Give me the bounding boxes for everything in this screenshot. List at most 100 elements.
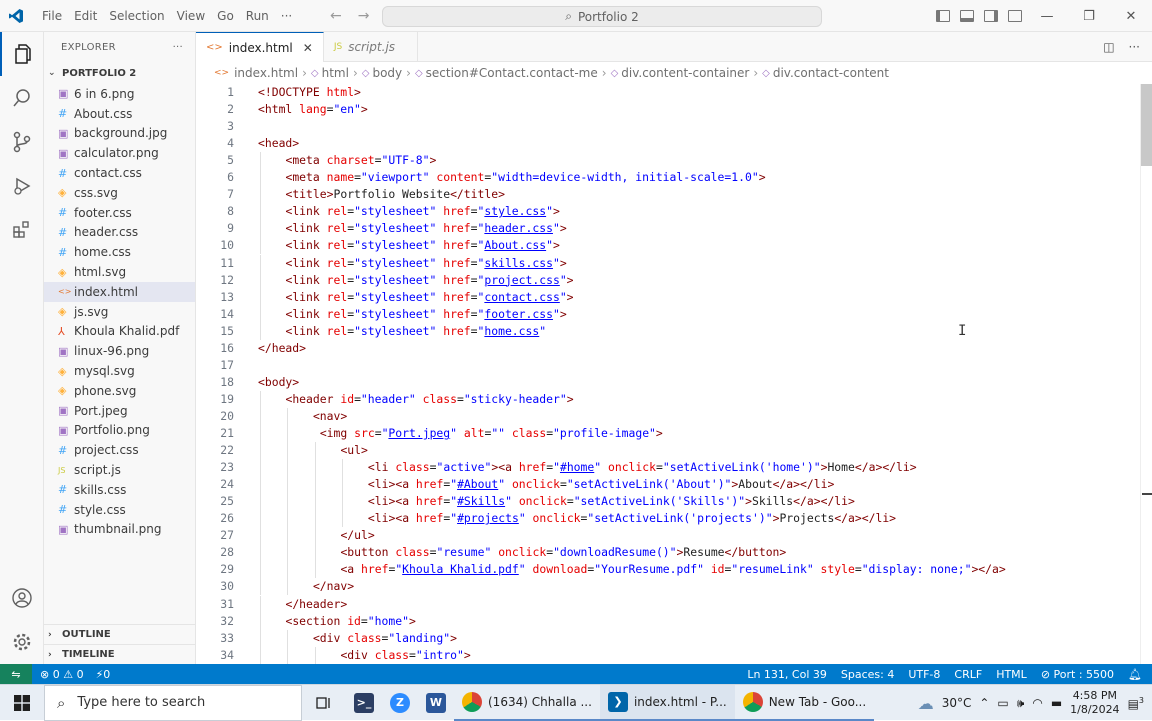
code-line[interactable]: 3 — [196, 118, 1140, 135]
close-tab-icon[interactable]: ✕ — [303, 41, 313, 55]
ports-indicator[interactable]: ⚡0 — [96, 668, 111, 681]
breadcrumb-item[interactable]: index.html — [234, 66, 298, 80]
breadcrumb-item[interactable]: section#Contact.contact-me — [426, 66, 598, 80]
file-item[interactable]: # contact.css — [44, 163, 195, 183]
problems-indicator[interactable]: ⊗ 0 ⚠ 0 — [40, 668, 84, 681]
code-line[interactable]: 31 </header> — [196, 596, 1140, 613]
taskbar-search[interactable]: ⌕ Type here to search — [44, 684, 302, 721]
zoom-icon[interactable]: Z — [382, 685, 418, 721]
chevron-up-icon[interactable]: ⌃ — [979, 696, 989, 710]
network-icon[interactable]: ▭ — [997, 696, 1008, 710]
file-item[interactable]: ▣ 6 in 6.png — [44, 84, 195, 104]
outline-section[interactable]: › OUTLINE — [44, 624, 196, 644]
encoding[interactable]: UTF-8 — [908, 668, 940, 681]
code-line[interactable]: 13 <link rel="stylesheet" href="contact.c… — [196, 289, 1140, 306]
menu-file[interactable]: File — [36, 0, 68, 32]
tab-index-html[interactable]: <> index.html ✕ — [196, 32, 324, 62]
taskbar-app-vscode[interactable]: ❯ index.html - P... — [599, 684, 735, 721]
windows-start-icon[interactable] — [0, 685, 44, 721]
file-item[interactable]: ◈ phone.svg — [44, 381, 195, 401]
code-line[interactable]: 14 <link rel="stylesheet" href="footer.cs… — [196, 306, 1140, 323]
customize-layout-icon[interactable] — [1008, 10, 1022, 22]
code-line[interactable]: 11 <link rel="stylesheet" href="skills.cs… — [196, 255, 1140, 272]
code-editor[interactable]: 1 <!DOCTYPE html> 2 <html lang="en"> 3 4 <head… — [196, 84, 1140, 664]
code-line[interactable]: 30 </nav> — [196, 578, 1140, 595]
file-item[interactable]: # header.css — [44, 223, 195, 243]
code-line[interactable]: 19 <header id="header" class="sticky-head… — [196, 391, 1140, 408]
code-line[interactable]: 1 <!DOCTYPE html> — [196, 84, 1140, 101]
code-line[interactable]: 15 <link rel="stylesheet" href="home.css" — [196, 323, 1140, 340]
code-line[interactable]: 34 <div class="intro"> — [196, 647, 1140, 664]
toggle-secondary-sidebar-icon[interactable] — [984, 10, 998, 22]
code-line[interactable]: 10 <link rel="stylesheet" href="About.css… — [196, 237, 1140, 254]
code-line[interactable]: 9 <link rel="stylesheet" href="header.css… — [196, 220, 1140, 237]
code-line[interactable]: 8 <link rel="stylesheet" href="style.css"… — [196, 203, 1140, 220]
file-item[interactable]: JS script.js — [44, 460, 195, 480]
timeline-section[interactable]: › TIMELINE — [44, 644, 196, 664]
code-line[interactable]: 29 <a href="Khoula Khalid.pdf" download="… — [196, 561, 1140, 578]
file-item[interactable]: ◈ html.svg — [44, 262, 195, 282]
code-line[interactable]: 33 <div class="landing"> — [196, 630, 1140, 647]
code-line[interactable]: 16 </head> — [196, 340, 1140, 357]
code-line[interactable]: 32 <section id="home"> — [196, 613, 1140, 630]
menu-run[interactable]: Run — [240, 0, 275, 32]
file-item[interactable]: ▣ calculator.png — [44, 143, 195, 163]
code-line[interactable]: 21 <img src="Port.jpeg" alt="" class="pro… — [196, 425, 1140, 442]
file-item[interactable]: ◈ js.svg — [44, 302, 195, 322]
weather-cloud-icon[interactable]: ☁ — [918, 694, 934, 713]
powershell-icon[interactable]: >_ — [346, 685, 382, 721]
command-center[interactable]: ⌕ Portfolio 2 — [382, 6, 822, 27]
menu-go[interactable]: Go — [211, 0, 240, 32]
code-line[interactable]: 26 <li><a href="#projects" onclick="setAc… — [196, 510, 1140, 527]
file-item[interactable]: # home.css — [44, 242, 195, 262]
explorer-more-icon[interactable]: ··· — [173, 42, 183, 53]
menu-selection[interactable]: Selection — [103, 0, 170, 32]
code-line[interactable]: 6 <meta name="viewport" content="width=de… — [196, 169, 1140, 186]
menu-edit[interactable]: Edit — [68, 0, 103, 32]
code-line[interactable]: 27 </ul> — [196, 527, 1140, 544]
code-line[interactable]: 25 <li><a href="#Skills" onclick="setActi… — [196, 493, 1140, 510]
code-line[interactable]: 5 <meta charset="UTF-8"> — [196, 152, 1140, 169]
search-icon[interactable] — [0, 76, 44, 120]
volume-icon[interactable]: 🕪︎ — [1017, 696, 1025, 711]
clock[interactable]: 4:58 PM 1/8/2024 — [1070, 689, 1119, 717]
file-item[interactable]: ▣ thumbnail.png — [44, 520, 195, 540]
breadcrumb-item[interactable]: div.content-container — [621, 66, 749, 80]
notifications-bell-icon[interactable]: 🔔︎ — [1128, 668, 1142, 681]
file-item[interactable]: # skills.css — [44, 480, 195, 500]
file-item[interactable]: # About.css — [44, 104, 195, 124]
language-mode[interactable]: HTML — [996, 668, 1027, 681]
file-item[interactable]: ▣ Portfolio.png — [44, 421, 195, 441]
weather-temp[interactable]: 30°C — [942, 696, 972, 710]
code-line[interactable]: 28 <button class="resume" onclick="downlo… — [196, 544, 1140, 561]
tab-script-js[interactable]: JS script.js — [324, 32, 418, 62]
code-line[interactable]: 7 <title>Portfolio Website</title> — [196, 186, 1140, 203]
code-line[interactable]: 18 <body> — [196, 374, 1140, 391]
indentation[interactable]: Spaces: 4 — [841, 668, 894, 681]
code-line[interactable]: 22 <ul> — [196, 442, 1140, 459]
back-arrow-icon[interactable]: ← — [330, 8, 342, 24]
code-line[interactable]: 24 <li><a href="#About" onclick="setActiv… — [196, 476, 1140, 493]
battery-icon[interactable]: ▬ — [1051, 696, 1062, 710]
remote-indicator-icon[interactable]: ⇋ — [0, 664, 32, 684]
taskbar-app-chrome-1[interactable]: (1634) Chhalla ... — [454, 685, 600, 721]
source-control-icon[interactable] — [0, 120, 44, 164]
file-item[interactable]: # style.css — [44, 500, 195, 520]
taskbar-app-chrome-2[interactable]: New Tab - Goo... — [734, 685, 875, 721]
task-view-icon[interactable] — [302, 685, 346, 721]
file-item[interactable]: ◈ mysql.svg — [44, 361, 195, 381]
breadcrumb-item[interactable]: html — [322, 66, 349, 80]
wifi-icon[interactable]: ◠ — [1032, 696, 1042, 710]
menu-view[interactable]: View — [171, 0, 211, 32]
split-editor-icon[interactable]: ◫ — [1103, 40, 1114, 54]
close-window-icon[interactable]: ✕ — [1110, 0, 1152, 32]
file-item[interactable]: ▣ Port.jpeg — [44, 401, 195, 421]
code-line[interactable]: 23 <li class="active"><a href="#home" onc… — [196, 459, 1140, 476]
file-item[interactable]: ⅄ Khoula Khalid.pdf — [44, 322, 195, 342]
file-item[interactable]: ◈ css.svg — [44, 183, 195, 203]
account-icon[interactable] — [0, 576, 44, 620]
run-debug-icon[interactable] — [0, 164, 44, 208]
live-server-port[interactable]: ⊘ Port : 5500 — [1041, 668, 1114, 681]
end-of-line[interactable]: CRLF — [954, 668, 982, 681]
editor-scrollbar[interactable] — [1140, 84, 1152, 664]
